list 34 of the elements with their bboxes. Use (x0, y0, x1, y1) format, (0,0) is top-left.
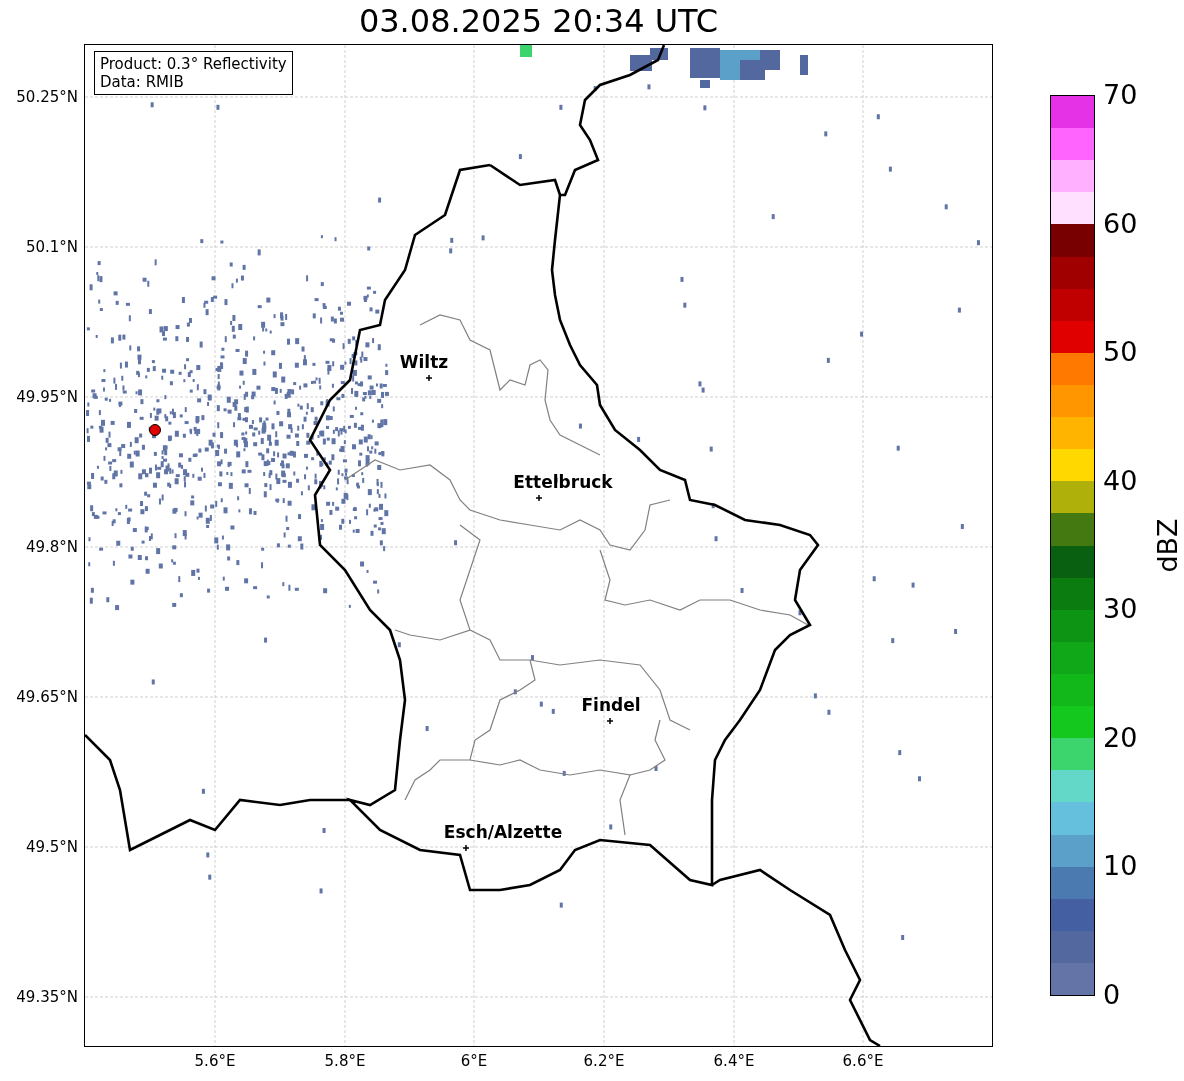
cross-icon (606, 717, 614, 725)
place-label: Esch/Alzette (443, 822, 563, 842)
latitude-label: 49.95°N (16, 388, 78, 406)
place-label: Ettelbruck (513, 472, 613, 492)
latitude-label: 49.8°N (25, 538, 78, 556)
latitude-label: 49.35°N (16, 988, 78, 1006)
scale-label: 50 (1103, 337, 1138, 368)
chart-title: 03.08.2025 20:34 UTC (357, 1, 720, 42)
scale-label: 60 (1103, 208, 1138, 239)
radar-site-marker (149, 424, 161, 436)
latitude-label: 49.65°N (16, 688, 78, 706)
longitude-label: 5.8°E (324, 1052, 366, 1070)
place-label: Findel (581, 695, 641, 715)
longitude-label: 5.6°E (194, 1052, 236, 1070)
scale-label: 10 (1103, 851, 1138, 882)
latitude-label: 50.1°N (25, 238, 78, 256)
scale-label: 20 (1103, 722, 1138, 753)
longitude-label: 6°E (460, 1052, 488, 1070)
scale-label: 0 (1103, 980, 1121, 1010)
cross-icon (535, 494, 543, 502)
longitude-label: 6.4°E (713, 1052, 755, 1070)
info-text: Data: RMIB (100, 73, 185, 91)
latitude-label: 50.25°N (16, 88, 78, 106)
scale-label: 40 (1103, 465, 1138, 496)
latitude-label: 49.5°N (25, 838, 78, 856)
longitude-label: 6.6°E (842, 1052, 884, 1070)
longitude-label: 6.2°E (583, 1052, 625, 1070)
info-text: Product: 0.3° Reflectivity (100, 55, 287, 73)
scale-label: 30 (1103, 594, 1138, 625)
scale-title: dBZ (1151, 518, 1183, 573)
cross-icon (425, 374, 433, 382)
scale-label: 70 (1103, 80, 1138, 110)
cross-icon (462, 844, 470, 852)
place-label: Wiltz (399, 352, 449, 372)
